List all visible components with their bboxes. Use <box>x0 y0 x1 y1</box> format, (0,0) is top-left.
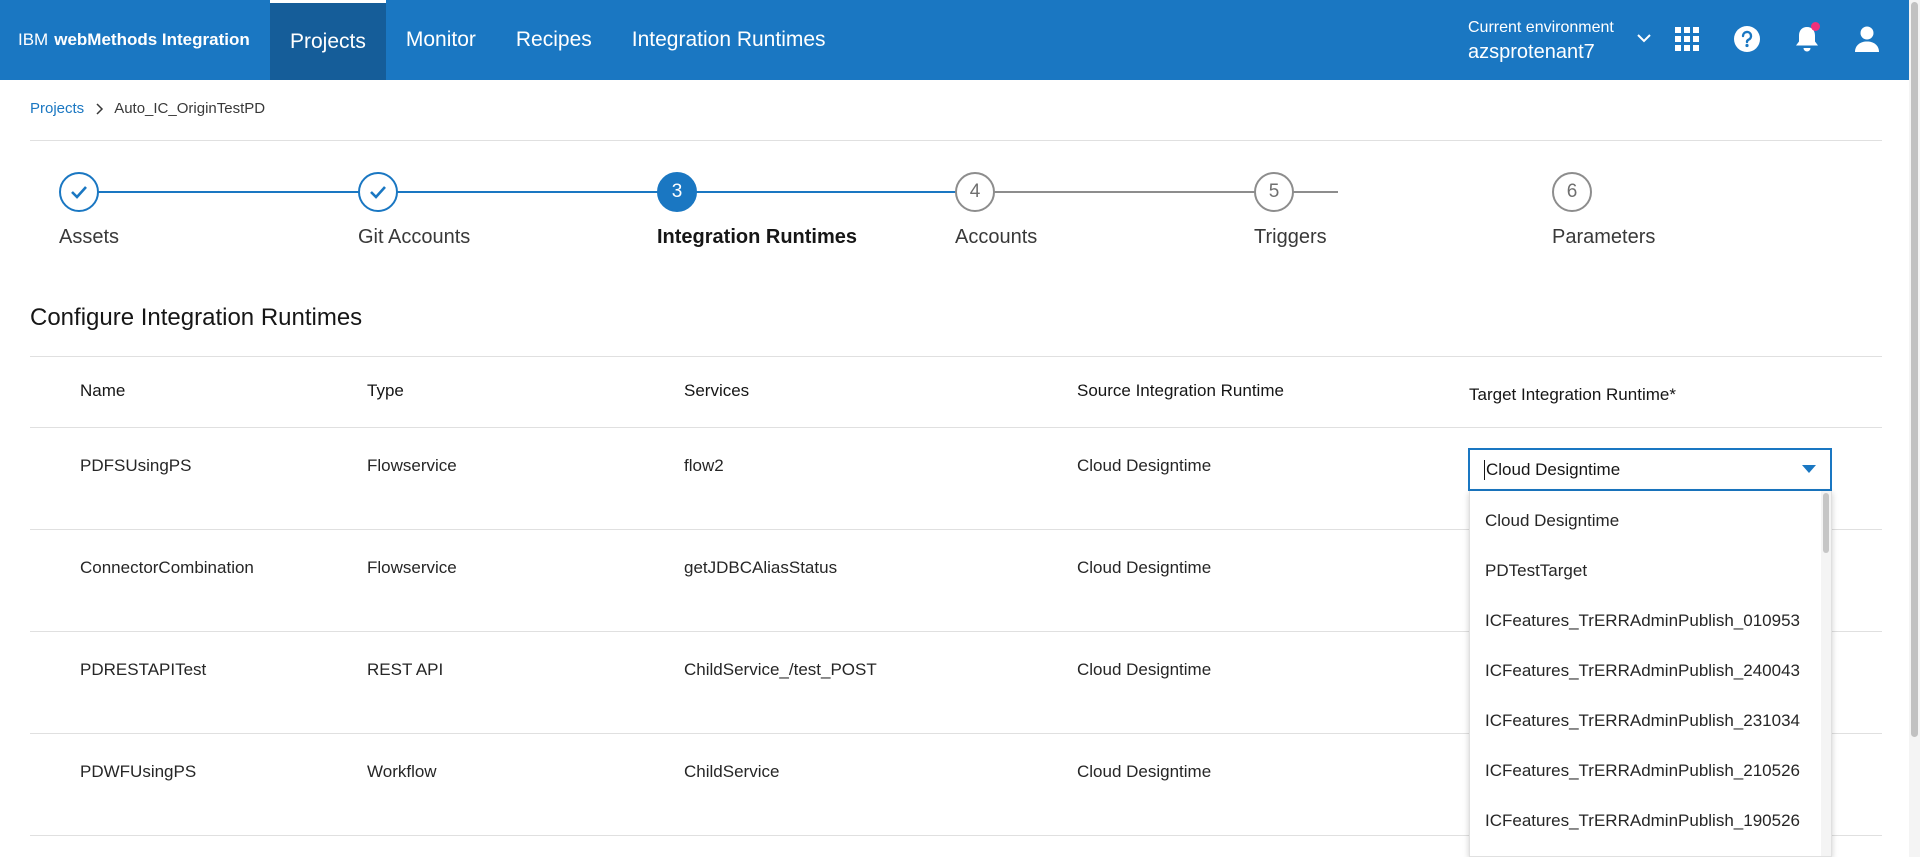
step-accounts[interactable]: 4 Accounts <box>955 172 1037 248</box>
caret-down-icon[interactable] <box>1802 465 1816 473</box>
cell-source-runtime: Cloud Designtime <box>1077 762 1212 781</box>
dropdown-scrollbar-thumb[interactable] <box>1823 493 1829 553</box>
page-scrollbar[interactable] <box>1909 0 1920 857</box>
select-value: Cloud Designtime <box>1486 459 1621 479</box>
environment-value: azsprotenant7 <box>1468 41 1595 63</box>
step-number: 5 <box>1254 172 1294 212</box>
nav-integration-runtimes[interactable]: Integration Runtimes <box>612 0 846 80</box>
breadcrumb-projects-link[interactable]: Projects <box>30 100 84 117</box>
environment-label: Current environment <box>1468 19 1614 36</box>
section-title: Configure Integration Runtimes <box>30 304 363 331</box>
step-label: Assets <box>59 226 120 248</box>
step-number: 3 <box>657 172 697 212</box>
column-header-type: Type <box>367 381 404 400</box>
cell-name: PDWFUsingPS <box>80 762 197 781</box>
step-label: Triggers <box>1254 226 1327 248</box>
step-triggers[interactable]: 5 Triggers <box>1254 172 1327 248</box>
brand-ibm: IBM <box>18 30 49 49</box>
cell-name: ConnectorCombination <box>80 558 254 577</box>
page-scrollbar-thumb[interactable] <box>1911 2 1918 737</box>
nav-monitor[interactable]: Monitor <box>386 0 496 80</box>
column-header-target-runtime: Target Integration Runtime* <box>1469 385 1676 404</box>
step-git-accounts[interactable]: Git Accounts <box>358 172 470 248</box>
column-header-source-runtime: Source Integration Runtime <box>1077 381 1284 400</box>
cell-services: flow2 <box>684 456 724 475</box>
brand-logo[interactable]: IBM webMethods Integration <box>0 0 270 80</box>
notification-icon[interactable] <box>1790 22 1824 56</box>
dropdown-option[interactable]: ICFeatures_TrERRAdminPublish_210526 <box>1470 746 1831 796</box>
dropdown-option[interactable]: Cloud Designtime <box>1470 496 1831 546</box>
breadcrumb: Projects Auto_IC_OriginTestPD <box>30 100 265 117</box>
cell-services: getJDBCAliasStatus <box>684 558 838 577</box>
step-label: Integration Runtimes <box>657 226 858 248</box>
target-runtime-select[interactable]: Cloud Designtime <box>1468 448 1832 491</box>
cell-type: REST API <box>367 660 444 679</box>
brand-product: webMethods Integration <box>54 30 250 49</box>
dropdown-option[interactable]: ICFeatures_TrERRAdminPublish_010953 <box>1470 596 1831 646</box>
dropdown-option[interactable]: PDTestTarget <box>1470 546 1831 596</box>
target-runtime-dropdown: Cloud Designtime PDTestTarget ICFeatures… <box>1469 491 1832 857</box>
text-cursor <box>1484 459 1485 480</box>
top-bar: IBM webMethods Integration Projects Moni… <box>0 0 1920 80</box>
column-header-name: Name <box>80 381 126 400</box>
cell-source-runtime: Cloud Designtime <box>1077 660 1212 679</box>
step-integration-runtimes[interactable]: 3 Integration Runtimes <box>657 172 857 248</box>
dropdown-option[interactable]: ICFeatures_TrERRAdminPublish_240043 <box>1470 646 1831 696</box>
checkmark-icon <box>370 186 386 199</box>
chevron-right-icon <box>96 102 104 115</box>
step-label: Accounts <box>955 226 1038 248</box>
cell-type: Flowservice <box>367 558 457 577</box>
user-icon[interactable] <box>1850 22 1884 56</box>
step-label: Git Accounts <box>358 226 471 248</box>
column-header-services: Services <box>684 381 750 400</box>
cell-name: PDFSUsingPS <box>80 456 192 475</box>
step-label: Parameters <box>1552 226 1656 248</box>
cell-services: ChildService <box>684 762 780 781</box>
environment-switcher[interactable]: Current environment azsprotenant7 <box>1468 18 1614 66</box>
cell-source-runtime: Cloud Designtime <box>1077 558 1212 577</box>
step-number: 6 <box>1552 172 1592 212</box>
help-icon[interactable] <box>1730 22 1764 56</box>
progress-stepper: Assets Git Accounts 3 Integration Runtim… <box>30 170 1655 260</box>
checkmark-icon <box>71 186 87 199</box>
breadcrumb-current: Auto_IC_OriginTestPD <box>114 100 266 117</box>
step-done-circle <box>59 172 99 212</box>
dropdown-option[interactable]: ICFeatures_TrERRAdminPublish_231034 <box>1470 696 1831 746</box>
cell-type: Flowservice <box>367 456 457 475</box>
cell-source-runtime: Cloud Designtime <box>1077 456 1212 475</box>
cell-name: PDRESTAPITest <box>80 660 207 679</box>
divider <box>30 356 1882 357</box>
step-number: 4 <box>955 172 995 212</box>
step-done-circle <box>358 172 398 212</box>
cell-services: ChildService_/test_POST <box>684 660 877 679</box>
dropdown-scrollbar[interactable] <box>1821 491 1831 856</box>
app-switcher-icon[interactable] <box>1670 22 1704 56</box>
stepper-progress <box>70 191 966 193</box>
nav-projects[interactable]: Projects <box>270 0 386 80</box>
cell-type: Workflow <box>367 762 437 781</box>
main-nav: Projects Monitor Recipes Integration Run… <box>270 0 846 80</box>
step-assets[interactable]: Assets <box>59 172 119 248</box>
dropdown-option[interactable]: ICFeatures_TrERRAdminPublish_190526 <box>1470 796 1831 846</box>
notification-badge <box>1811 22 1820 31</box>
nav-recipes[interactable]: Recipes <box>496 0 612 80</box>
divider <box>30 140 1882 141</box>
chevron-down-icon[interactable] <box>1632 26 1656 50</box>
step-parameters[interactable]: 6 Parameters <box>1552 172 1655 248</box>
